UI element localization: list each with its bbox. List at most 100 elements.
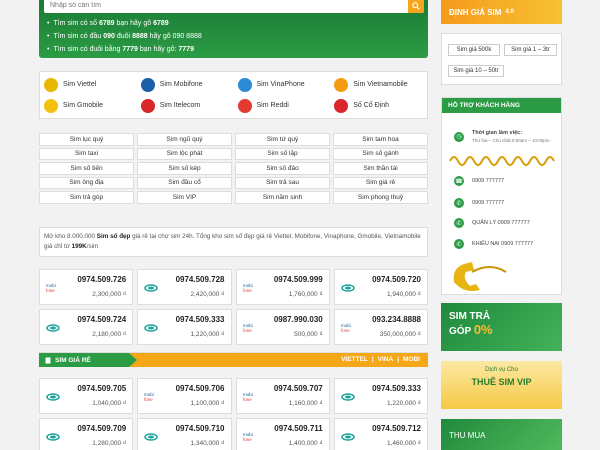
- category-item[interactable]: Sim lộc phát: [137, 147, 232, 160]
- buyback-banner[interactable]: THU MUA: [441, 419, 562, 450]
- sim-card[interactable]: 0974.509.705 1,040,000 ₫: [39, 378, 134, 414]
- category-item[interactable]: Sim năm sinh: [235, 191, 330, 204]
- sim-card[interactable]: 0974.509.724 2,180,000 ₫: [39, 309, 134, 345]
- price-filter-500k[interactable]: Sim giá 500k: [448, 44, 500, 56]
- sim-card[interactable]: mobi fone 0987.990.030 500,000 ₫: [235, 309, 330, 345]
- phone-icon: ✆: [454, 239, 464, 249]
- network-logo-icon: [44, 77, 58, 92]
- hint-part: đuôi: [114, 33, 133, 40]
- network-item[interactable]: Sim Vietnamobile: [330, 74, 427, 95]
- sim-card[interactable]: mobi fone 0974.509.726 2,300,000 ₫: [39, 269, 134, 305]
- search-input[interactable]: [44, 0, 408, 13]
- hint-part: Tìm sim có đầu: [53, 33, 104, 40]
- promo-line: SIM TRẢ: [449, 311, 491, 322]
- sim-price: 1,220,000 ₫: [386, 400, 421, 407]
- network-item[interactable]: Sim Viettel: [40, 74, 137, 95]
- price-valuation-banner[interactable]: ĐỊNH GIÁ SIM 4.0: [441, 0, 562, 24]
- sim-card[interactable]: 0974.509.712 1,460,000 ₫: [333, 418, 428, 450]
- phone-line-1[interactable]: ☎ 0909 777777: [454, 176, 504, 186]
- sim-number: 0974.509.709: [77, 424, 127, 433]
- complaint-line[interactable]: ✆ KHIẾU NẠI 0909 777777: [454, 239, 533, 249]
- network-item[interactable]: Sim VinaPhone: [234, 74, 331, 95]
- featured-sim-grid: mobi fone 0974.509.726 2,300,000 ₫ 0974.509.…: [39, 269, 428, 345]
- category-item[interactable]: Sim trả góp: [39, 191, 134, 204]
- network-item[interactable]: Sim Mobifone: [137, 74, 234, 95]
- network-item[interactable]: Sim Itelecom: [137, 95, 234, 116]
- sim-card[interactable]: 0974.509.710 1,340,000 ₫: [137, 418, 232, 450]
- category-item[interactable]: Sim số đảo: [235, 162, 330, 175]
- category-item[interactable]: Sim ngũ quý: [137, 133, 232, 146]
- sim-card[interactable]: 0974.509.333 1,220,000 ₫: [137, 309, 232, 345]
- mobifone-logo-icon: mobi fone: [243, 431, 257, 443]
- section-tabs: VIETTEL | VINA | MOBI: [339, 356, 422, 363]
- sim-price: 1,940,000 ₫: [386, 291, 421, 298]
- sim-card[interactable]: mobi fone 0974.509.706 1,100,000 ₫: [137, 378, 232, 414]
- mobifone-logo-icon: mobi fone: [46, 282, 60, 294]
- network-logo-icon: [334, 77, 349, 92]
- category-item[interactable]: Sim VIP: [137, 191, 232, 204]
- sim-price: 1,760,000 ₫: [288, 291, 323, 298]
- sim-card[interactable]: mobi fone 093.234.8888 350,000,000 ₫: [333, 309, 428, 345]
- category-item[interactable]: Sim taxi: [39, 147, 134, 160]
- mobifone-logo-icon: mobi fone: [243, 282, 257, 294]
- sim-price: 2,180,000 ₫: [92, 331, 127, 338]
- hint-part: 090: [103, 33, 115, 40]
- category-item[interactable]: Sim ông địa: [39, 176, 134, 189]
- category-item[interactable]: Sim tam hoa: [333, 133, 428, 146]
- installment-sim-banner[interactable]: SIM TRẢ GÓP 0%: [441, 303, 562, 351]
- category-item[interactable]: Sim thần tài: [333, 162, 428, 175]
- viettel-logo-icon: [144, 431, 158, 443]
- category-item[interactable]: Sim số gánh: [333, 147, 428, 160]
- promo-text: THU MUA: [449, 431, 486, 440]
- network-item[interactable]: Số Cố Định: [330, 95, 427, 116]
- price-filter-1-3tr[interactable]: Sim giá 1 – 3tr: [504, 44, 557, 56]
- sim-card[interactable]: mobi fone 0974.509.999 1,760,000 ₫: [235, 269, 330, 305]
- sim-card[interactable]: mobi fone 0974.509.711 1,400,000 ₫: [235, 418, 330, 450]
- sim-card[interactable]: mobi fone 0974.509.707 1,160,000 ₫: [235, 378, 330, 414]
- sim-card[interactable]: 0974.509.709 1,280,000 ₫: [39, 418, 134, 450]
- sim-card[interactable]: 0974.509.720 1,940,000 ₫: [333, 269, 428, 305]
- search-button[interactable]: [408, 0, 424, 13]
- network-label: Sim Vietnamobile: [353, 81, 408, 88]
- category-item[interactable]: Sim lục quý: [39, 133, 134, 146]
- vip-rental-banner[interactable]: Dịch vụ Cho THUÊ SIM VIP: [441, 361, 562, 409]
- category-item[interactable]: Sim giá rẻ: [333, 176, 428, 189]
- phone-icon: ✆: [454, 198, 464, 208]
- promo-big: THUÊ SIM VIP: [471, 377, 532, 387]
- phone-line-2[interactable]: ✆ 0909 777777: [454, 198, 504, 208]
- network-logo-icon: [140, 98, 155, 113]
- category-item[interactable]: Sim số lặp: [235, 147, 330, 160]
- working-hours: ◷ Thời gian làm việc: Thứ hai – Chủ nhật…: [454, 130, 550, 143]
- category-item[interactable]: Sim số tiến: [39, 162, 134, 175]
- mobifone-logo-icon: mobi fone: [341, 322, 355, 334]
- sim-number: 0974.509.724: [77, 315, 127, 324]
- category-item[interactable]: Sim trả sau: [235, 176, 330, 189]
- category-item[interactable]: Sim phong thuỷ: [333, 191, 428, 204]
- clock-icon: ◷: [454, 131, 464, 142]
- hint-part: 7779: [122, 46, 138, 53]
- category-item[interactable]: Sim tứ quý: [235, 133, 330, 146]
- viettel-logo-icon: [144, 322, 158, 334]
- sim-price: 1,160,000 ₫: [288, 400, 323, 407]
- sim-card[interactable]: 0974.509.728 2,420,000 ₫: [137, 269, 232, 305]
- section-tab[interactable]: MOBI: [403, 356, 420, 363]
- viettel-logo-icon: [46, 391, 60, 403]
- network-item[interactable]: Sim Reddi: [234, 95, 331, 116]
- network-label: Số Cố Định: [353, 102, 390, 109]
- sim-price: 1,100,000 ₫: [190, 400, 225, 407]
- phone-number: 0909 777777: [472, 178, 505, 184]
- network-item[interactable]: Sim Gmobile: [40, 95, 137, 116]
- search-hints: Tìm sim có số 6789 bạn hãy gõ 6789Tìm si…: [47, 17, 201, 56]
- hint-part: Tìm sim có số: [53, 20, 99, 27]
- section-tab[interactable]: VIETTEL: [341, 356, 368, 363]
- section-tab[interactable]: VINA: [378, 356, 394, 363]
- promo-small: Dịch vụ Cho: [485, 367, 518, 373]
- sim-price: 2,300,000 ₫: [92, 291, 127, 298]
- category-item[interactable]: Sim đầu cổ: [137, 176, 232, 189]
- sim-card[interactable]: 0974.509.333 1,220,000 ₫: [333, 378, 428, 414]
- category-item[interactable]: Sim số kép: [137, 162, 232, 175]
- price-filter-10-50tr[interactable]: Sim giá 10 – 50tr: [448, 65, 504, 77]
- sim-number: 0974.509.710: [175, 424, 225, 433]
- hint-part: 6789: [153, 20, 169, 27]
- manager-line[interactable]: ✆ QUẢN LÝ 0909 777777: [454, 218, 530, 228]
